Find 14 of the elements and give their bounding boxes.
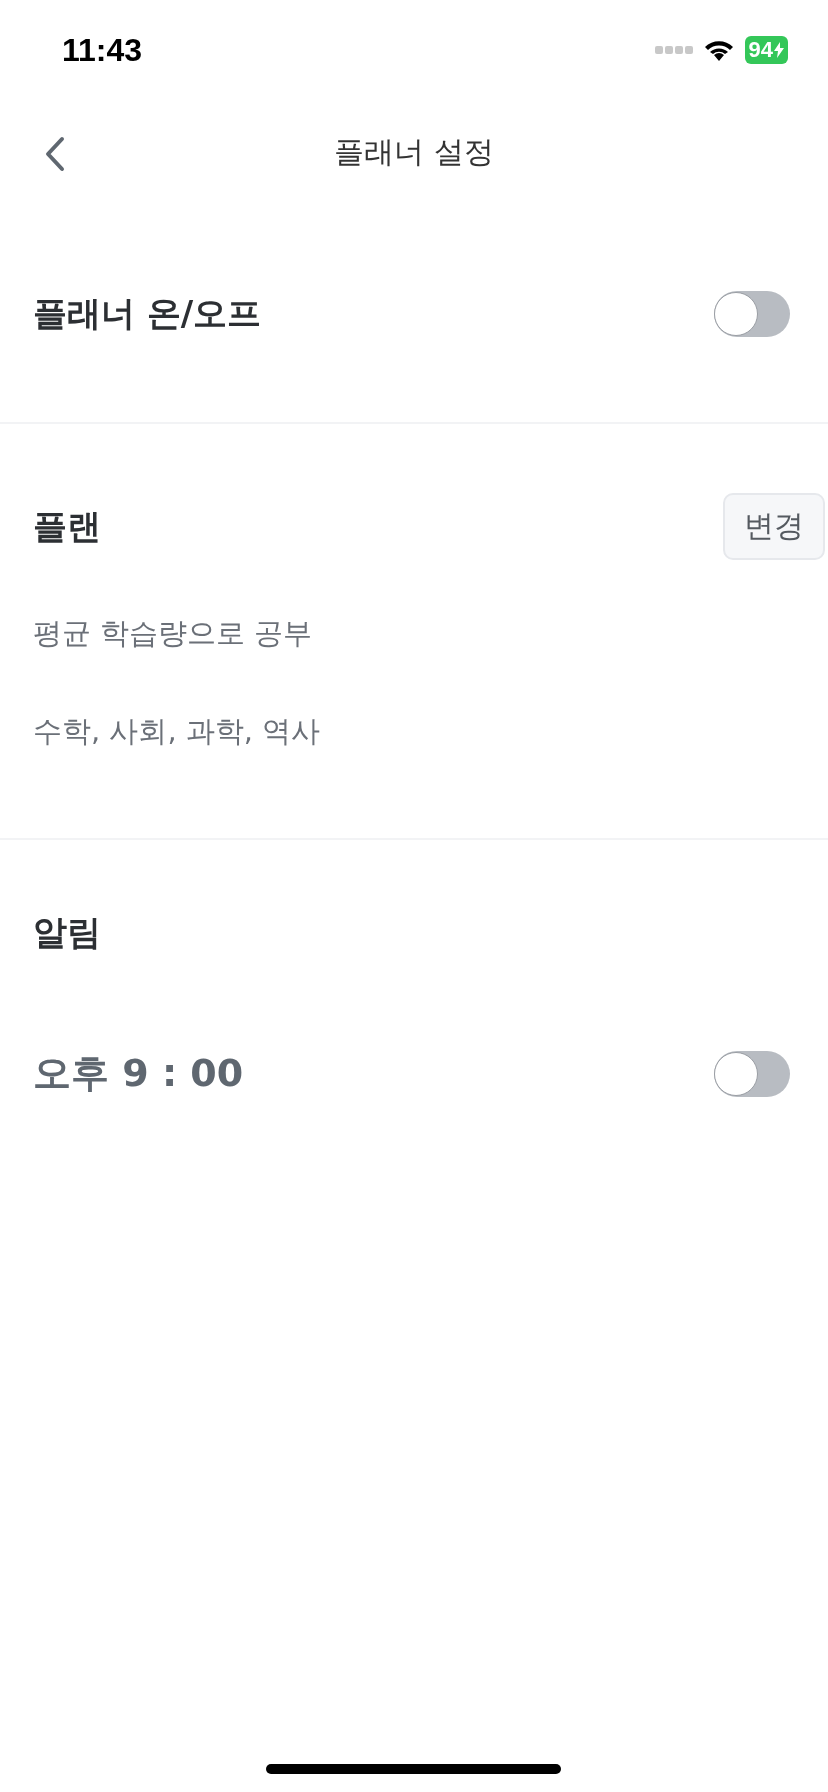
plan-detail: 평균 학습량으로 공부	[33, 615, 314, 652]
signal-icon	[654, 45, 693, 55]
change-button[interactable]: 변경	[723, 493, 825, 560]
section-title: 플랜	[33, 504, 101, 548]
setting-label: 플래너 온/오프	[33, 291, 262, 335]
toggle-switch[interactable]	[714, 290, 790, 337]
page-title: 플래너 설정	[334, 133, 494, 171]
section-title: 알림	[33, 912, 101, 952]
back-icon[interactable]	[44, 136, 66, 172]
alarm-time: 오후 9 : 00	[33, 1050, 244, 1097]
plan-detail: 수학, 사회, 과학, 역사	[33, 713, 322, 750]
battery-indicator: 94	[744, 36, 788, 64]
status-time: 11:43	[62, 31, 143, 69]
toggle-switch[interactable]	[714, 1050, 790, 1097]
